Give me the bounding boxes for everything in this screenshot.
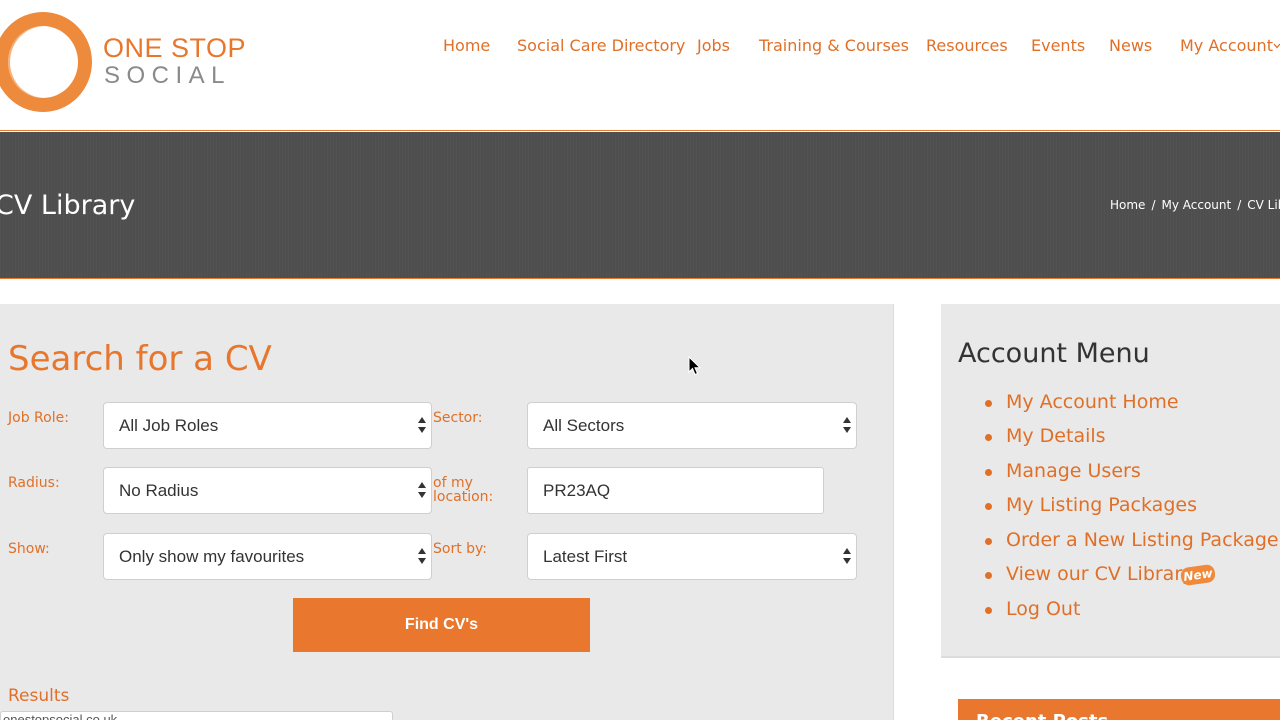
chevron-down-icon[interactable] [1273, 38, 1280, 53]
job-role-select[interactable]: All Job Roles [103, 402, 432, 449]
recent-posts-title: Recent Posts [976, 711, 1108, 720]
logo-ring-icon [0, 12, 92, 112]
location-label: of my location: [433, 476, 493, 504]
results-field[interactable]: onestopsocial.co.uk [0, 711, 393, 720]
results-label: Results [8, 686, 70, 706]
menu-manage-users[interactable]: Manage Users [1006, 460, 1141, 482]
page-title: CV Library [0, 190, 136, 221]
sort-select[interactable]: Latest First [527, 533, 857, 580]
job-role-value: All Job Roles [119, 416, 219, 435]
breadcrumb-current: CV Libr [1247, 198, 1280, 212]
menu-my-details[interactable]: My Details [1006, 425, 1106, 447]
nav-social-care-directory[interactable]: Social Care Directory [517, 36, 685, 55]
show-label: Show: [8, 541, 50, 557]
radius-label: Radius: [8, 475, 60, 491]
bullet-icon [985, 400, 992, 407]
location-label-line2: location: [433, 489, 494, 505]
nav-events[interactable]: Events [1031, 36, 1085, 55]
new-badge: New [1179, 563, 1217, 587]
select-arrows-icon [842, 548, 852, 566]
nav-training-courses[interactable]: Training & Courses [759, 36, 909, 55]
breadcrumb: Home / My Account / CV Libr [1110, 198, 1280, 212]
recent-posts-panel: Recent Posts [958, 699, 1280, 720]
bullet-icon [985, 607, 992, 614]
job-role-label: Job Role: [8, 410, 69, 426]
sort-value: Latest First [543, 547, 628, 566]
cv-search-panel: Search for a CV Job Role: All Job Roles … [0, 304, 894, 720]
logo-text-line1: ONE STOP [103, 33, 247, 63]
breadcrumb-home[interactable]: Home [1110, 198, 1145, 212]
search-title: Search for a CV [8, 339, 272, 379]
sort-label: Sort by: [433, 541, 488, 557]
nav-my-account[interactable]: My Account [1180, 36, 1273, 55]
breadcrumb-separator: / [1151, 198, 1156, 212]
bullet-icon [985, 469, 992, 476]
sector-label: Sector: [433, 410, 483, 426]
bullet-icon [985, 434, 992, 441]
site-header: ONE STOP SOCIAL Home Social Care Directo… [0, 0, 1280, 131]
menu-log-out[interactable]: Log Out [1006, 598, 1080, 620]
find-cvs-button[interactable]: Find CV's [293, 598, 590, 652]
location-value: PR23AQ [543, 481, 611, 500]
account-menu-panel: Account Menu My Account Home My Details … [941, 304, 1280, 658]
show-select[interactable]: Only show my favourites [103, 533, 432, 580]
menu-my-account-home[interactable]: My Account Home [1006, 391, 1179, 413]
mouse-cursor-icon [688, 355, 702, 376]
bullet-icon [985, 538, 992, 545]
site-logo[interactable]: ONE STOP SOCIAL [0, 8, 246, 118]
nav-resources[interactable]: Resources [926, 36, 1008, 55]
select-arrows-icon [417, 482, 427, 500]
new-badge-text: New [1179, 563, 1217, 587]
nav-jobs[interactable]: Jobs [697, 36, 730, 55]
select-arrows-icon [842, 417, 852, 435]
breadcrumb-separator: / [1237, 198, 1242, 212]
menu-order-listing-package[interactable]: Order a New Listing Package [1006, 529, 1279, 551]
bullet-icon [985, 503, 992, 510]
breadcrumb-my-account[interactable]: My Account [1161, 198, 1231, 212]
menu-my-listing-packages[interactable]: My Listing Packages [1006, 494, 1197, 516]
nav-home[interactable]: Home [443, 36, 490, 55]
page-banner: CV Library Home / My Account / CV Libr [0, 132, 1280, 279]
sector-select[interactable]: All Sectors [527, 402, 857, 449]
results-partial-text: onestopsocial.co.uk [3, 712, 118, 720]
select-arrows-icon [417, 417, 427, 435]
location-input[interactable]: PR23AQ [527, 467, 824, 514]
logo-text-line2: SOCIAL [104, 62, 232, 89]
show-value: Only show my favourites [119, 547, 305, 566]
radius-select[interactable]: No Radius [103, 467, 432, 514]
radius-value: No Radius [119, 481, 199, 500]
bullet-icon [985, 572, 992, 579]
select-arrows-icon [417, 548, 427, 566]
nav-news[interactable]: News [1109, 36, 1152, 55]
sector-value: All Sectors [543, 416, 625, 435]
account-menu-title: Account Menu [958, 338, 1150, 369]
menu-view-cv-library[interactable]: View our CV Library [1006, 563, 1193, 585]
